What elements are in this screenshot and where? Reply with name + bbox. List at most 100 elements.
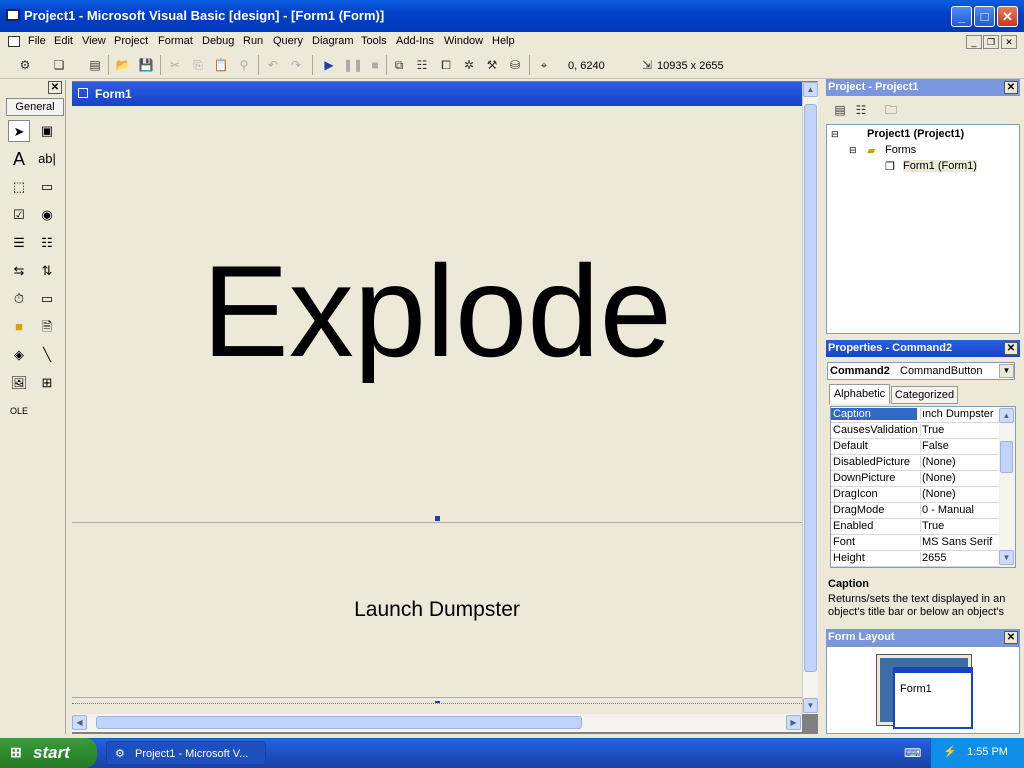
view-object-icon[interactable]: ☷ bbox=[852, 101, 870, 119]
property-row[interactable]: Default False bbox=[831, 439, 999, 455]
close-button[interactable]: ✕ bbox=[997, 6, 1018, 27]
form-layout-close-button[interactable]: ✕ bbox=[1004, 631, 1018, 644]
menu-help[interactable]: Help bbox=[492, 35, 515, 47]
menu-run[interactable]: Run bbox=[243, 35, 263, 47]
data-view-icon[interactable]: ⛁ bbox=[506, 56, 524, 74]
scroll-left-arrow[interactable]: ◀ bbox=[72, 715, 87, 730]
checkbox-tool-icon[interactable]: ☑ bbox=[8, 204, 30, 226]
add-project-icon[interactable]: ⚙ bbox=[16, 56, 34, 74]
launch-dumpster-button[interactable]: Launch Dumpster bbox=[72, 522, 802, 698]
object-browser-icon[interactable]: ✲ bbox=[460, 56, 478, 74]
menu-debug[interactable]: Debug bbox=[202, 35, 234, 47]
scroll-up-arrow[interactable]: ▲ bbox=[803, 82, 818, 97]
add-form-icon[interactable]: ❏ bbox=[50, 56, 68, 74]
menu-view[interactable]: View bbox=[82, 35, 106, 47]
menu-edit[interactable]: Edit bbox=[54, 35, 73, 47]
ole-tool-icon[interactable]: OLE bbox=[8, 400, 30, 422]
dirlistbox-tool-icon[interactable]: ■ bbox=[8, 316, 30, 338]
scroll-right-arrow[interactable]: ▶ bbox=[786, 715, 801, 730]
collapse-icon[interactable]: ⊟ bbox=[831, 129, 839, 140]
prop-scroll-thumb[interactable] bbox=[1000, 441, 1013, 473]
textbox-tool-icon[interactable]: ab| bbox=[36, 148, 58, 170]
property-row[interactable]: Font MS Sans Serif bbox=[831, 535, 999, 551]
open-icon[interactable]: 📂 bbox=[114, 56, 132, 74]
title-bar[interactable]: Project1 - Microsoft Visual Basic [desig… bbox=[0, 0, 1024, 32]
toggle-folders-icon[interactable]: 🗀 bbox=[882, 101, 900, 119]
pointer-tool-icon[interactable]: ➤ bbox=[8, 120, 30, 142]
property-row[interactable]: Height 2655 bbox=[831, 551, 999, 567]
property-row[interactable]: Enabled True bbox=[831, 519, 999, 535]
view-code-icon[interactable]: ▤ bbox=[831, 101, 849, 119]
form-system-icon[interactable] bbox=[8, 36, 20, 47]
combobox-tool-icon[interactable]: ☰ bbox=[8, 232, 30, 254]
listbox-tool-icon[interactable]: ☷ bbox=[36, 232, 58, 254]
horizontal-scroll-thumb[interactable] bbox=[96, 716, 582, 729]
network-icon[interactable]: ⚡ bbox=[943, 745, 957, 758]
hscrollbar-tool-icon[interactable]: ⇆ bbox=[8, 260, 30, 282]
taskbar-vb-item[interactable]: ⚙ Project1 - Microsoft V... bbox=[106, 741, 266, 765]
form-layout-icon[interactable]: ⧠ bbox=[437, 56, 455, 74]
break-icon[interactable]: ❚❚ bbox=[343, 56, 363, 74]
mdi-minimize-button[interactable]: _ bbox=[966, 35, 982, 49]
scroll-down-arrow[interactable]: ▼ bbox=[803, 698, 818, 713]
tree-forms-folder[interactable]: Forms bbox=[885, 144, 916, 156]
menu-window[interactable]: Window bbox=[444, 35, 483, 47]
keyboard-icon[interactable]: ⌨ bbox=[904, 746, 921, 760]
property-row[interactable]: DisabledPicture (None) bbox=[831, 455, 999, 471]
mdi-restore-button[interactable]: ❐ bbox=[983, 35, 999, 49]
property-grid-scrollbar[interactable]: ▲ ▼ bbox=[999, 407, 1015, 567]
mdi-close-button[interactable]: ✕ bbox=[1001, 35, 1017, 49]
project-pane-header[interactable]: Project - Project1 bbox=[826, 79, 1020, 96]
vertical-scrollbar[interactable]: ▲ ▼ bbox=[802, 82, 818, 714]
drivelistbox-tool-icon[interactable]: ▭ bbox=[36, 288, 58, 310]
toolbox-tab-general[interactable]: General bbox=[6, 98, 64, 116]
project-explorer-icon[interactable]: ⧉ bbox=[390, 56, 408, 74]
toolbox-icon[interactable]: ⚒ bbox=[483, 56, 501, 74]
form1-canvas[interactable]: Explode Launch Dumpster bbox=[72, 106, 802, 706]
start-icon[interactable]: ▶ bbox=[320, 56, 338, 74]
line-tool-icon[interactable]: ╲ bbox=[36, 344, 58, 366]
data-tool-icon[interactable]: ⊞ bbox=[36, 372, 58, 394]
redo-icon[interactable]: ↷ bbox=[287, 56, 305, 74]
property-row[interactable]: DownPicture (None) bbox=[831, 471, 999, 487]
tree-project-root[interactable]: Project1 (Project1) bbox=[867, 128, 964, 140]
chevron-down-icon[interactable]: ▼ bbox=[999, 364, 1014, 378]
menu-tools[interactable]: Tools bbox=[361, 35, 387, 47]
cut-icon[interactable]: ✂ bbox=[166, 56, 184, 74]
menu-format[interactable]: Format bbox=[158, 35, 193, 47]
toolbox-close-button[interactable]: ✕ bbox=[48, 81, 62, 94]
properties-pane-close-button[interactable]: ✕ bbox=[1004, 342, 1018, 355]
menu-add-ins[interactable]: Add-Ins bbox=[396, 35, 434, 47]
start-button[interactable]: ⊞ start bbox=[0, 738, 97, 768]
tab-categorized[interactable]: Categorized bbox=[891, 386, 958, 404]
properties-pane-header[interactable]: Properties - Command2 bbox=[826, 340, 1020, 357]
end-icon[interactable]: ■ bbox=[366, 56, 384, 74]
find-icon[interactable]: ⚲ bbox=[235, 56, 253, 74]
minimize-button[interactable]: _ bbox=[951, 6, 972, 27]
image-tool-icon[interactable]: 🖼 bbox=[8, 372, 30, 394]
horizontal-scrollbar[interactable]: ◀ ▶ bbox=[72, 714, 802, 732]
explode-label[interactable]: Explode bbox=[72, 236, 802, 386]
optionbutton-tool-icon[interactable]: ◉ bbox=[36, 204, 58, 226]
timer-tool-icon[interactable]: ⏱ bbox=[8, 288, 30, 310]
vertical-scroll-thumb[interactable] bbox=[804, 104, 817, 672]
form-layout-form1[interactable]: Form1 bbox=[893, 667, 973, 729]
commandbutton-tool-icon[interactable]: ▭ bbox=[36, 176, 58, 198]
property-row[interactable]: CausesValidation True bbox=[831, 423, 999, 439]
menu-diagram[interactable]: Diagram bbox=[312, 35, 354, 47]
label-tool-icon[interactable]: A bbox=[8, 148, 30, 170]
tab-alphabetic[interactable]: Alphabetic bbox=[829, 384, 890, 404]
resize-handle-top[interactable] bbox=[435, 516, 440, 521]
picturebox-tool-icon[interactable]: ▣ bbox=[36, 120, 58, 142]
tree-form1-item[interactable]: Form1 (Form1) bbox=[903, 160, 977, 172]
property-row[interactable]: DragMode 0 - Manual bbox=[831, 503, 999, 519]
shape-tool-icon[interactable]: ◈ bbox=[8, 344, 30, 366]
prop-scroll-up-arrow[interactable]: ▲ bbox=[999, 408, 1014, 423]
form-title-bar[interactable]: Form1 bbox=[72, 82, 802, 106]
menu-query[interactable]: Query bbox=[273, 35, 303, 47]
form-layout-pane-header[interactable]: Form Layout bbox=[826, 629, 1020, 646]
property-row[interactable]: DragIcon (None) bbox=[831, 487, 999, 503]
properties-window-icon[interactable]: ☷ bbox=[413, 56, 431, 74]
object-selector-dropdown[interactable]: Command2 CommandButton ▼ bbox=[827, 362, 1015, 380]
menu-project[interactable]: Project bbox=[114, 35, 148, 47]
